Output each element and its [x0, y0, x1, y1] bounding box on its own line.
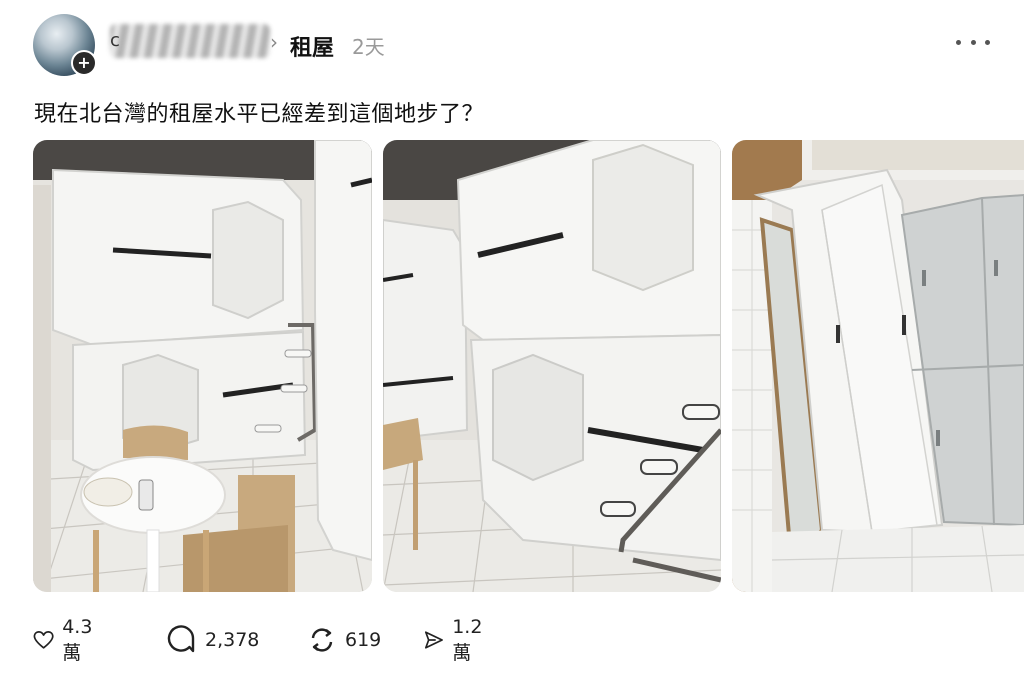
repost-icon — [311, 628, 333, 652]
username-initial: c — [110, 30, 120, 51]
heart-icon — [33, 631, 54, 649]
comment-icon — [167, 625, 195, 653]
comment-count: 2,378 — [205, 629, 260, 651]
topic-tag[interactable]: 租屋 — [290, 30, 334, 62]
repost-button[interactable]: 619 — [307, 622, 381, 658]
share-icon — [424, 631, 443, 649]
post-time: 2天 — [352, 35, 385, 59]
post-header: + c › 租屋 2天 — [0, 0, 1024, 88]
chevron-right-icon: › — [270, 30, 278, 54]
username-redacted[interactable] — [110, 24, 270, 58]
comment-button[interactable]: 2,378 — [167, 622, 259, 658]
repost-count: 619 — [345, 629, 382, 651]
like-button[interactable]: 4.3 萬 — [33, 616, 101, 664]
post-image-2[interactable] — [383, 140, 721, 592]
like-count: 4.3 萬 — [62, 615, 93, 664]
plus-icon[interactable]: + — [71, 50, 97, 76]
share-count: 1.2 萬 — [452, 615, 483, 664]
post-image-3[interactable] — [732, 140, 1024, 592]
share-button[interactable]: 1.2 萬 — [423, 616, 491, 664]
post-image-1[interactable] — [33, 140, 372, 592]
post-text: 現在北台灣的租屋水平已經差到這個地步了？ — [34, 102, 485, 127]
more-dots-icon[interactable] — [956, 32, 990, 52]
